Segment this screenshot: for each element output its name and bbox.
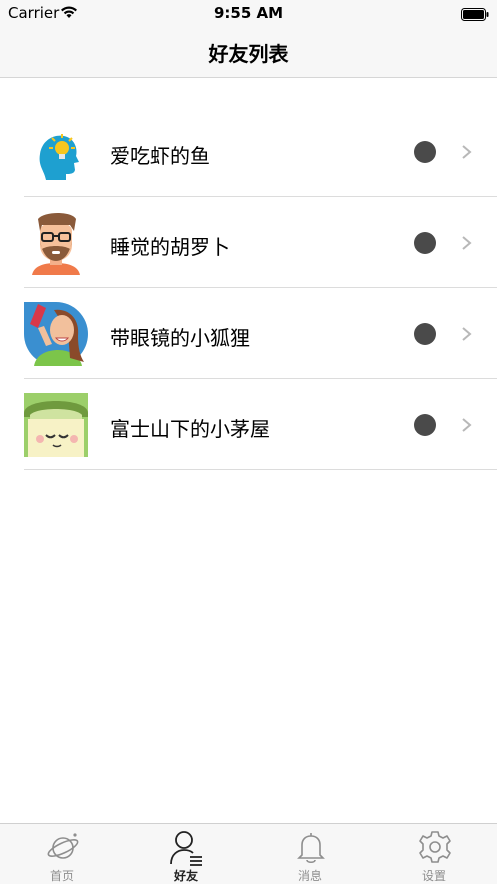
friend-name: 带眼镜的小狐狸 <box>110 326 250 350</box>
friend-name: 爱吃虾的鱼 <box>110 144 210 168</box>
tab-label: 消息 <box>297 869 322 883</box>
planet-icon <box>47 833 79 859</box>
tab-label: 好友 <box>173 869 198 883</box>
friend-name: 富士山下的小茅屋 <box>110 417 270 441</box>
friend-row[interactable]: 爱吃虾的鱼 <box>24 106 497 197</box>
status-indicator <box>414 414 436 436</box>
chevron-right-icon <box>460 326 474 342</box>
tab-home[interactable]: 首页 <box>0 824 124 884</box>
bearded-man-avatar <box>24 211 88 275</box>
tab-label: 首页 <box>49 869 74 883</box>
status-indicator <box>414 141 436 163</box>
friend-list: 爱吃虾的鱼 睡觉的胡罗卜 带眼镜的小狐狸 富士山下的小茅屋 <box>0 106 497 470</box>
tab-messages[interactable]: 消息 <box>248 824 372 884</box>
selfie-woman-avatar <box>24 302 88 366</box>
friend-row[interactable]: 富士山下的小茅屋 <box>24 379 497 470</box>
battery-icon <box>461 6 489 21</box>
friend-name: 睡觉的胡罗卜 <box>110 235 230 259</box>
tab-label: 设置 <box>421 869 446 883</box>
tab-bar: 首页 好友 消息 设置 <box>0 823 497 884</box>
status-bar: Carrier 9:55 AM <box>0 0 497 26</box>
chevron-right-icon <box>460 417 474 433</box>
tab-friends[interactable]: 好友 <box>124 824 248 884</box>
navigation-bar: 好友列表 <box>0 26 497 78</box>
clock: 9:55 AM <box>213 4 284 22</box>
chevron-right-icon <box>460 235 474 251</box>
friend-row[interactable]: 睡觉的胡罗卜 <box>24 197 497 288</box>
page-title: 好友列表 <box>208 42 289 66</box>
status-indicator <box>414 323 436 345</box>
user-list-icon <box>170 831 202 866</box>
tab-settings[interactable]: 设置 <box>372 824 496 884</box>
status-indicator <box>414 232 436 254</box>
capped-boy-avatar <box>24 393 88 457</box>
bell-icon <box>297 833 325 864</box>
friend-row[interactable]: 带眼镜的小狐狸 <box>24 288 497 379</box>
gear-icon <box>419 831 451 863</box>
lightbulb-head-avatar <box>24 120 88 184</box>
chevron-right-icon <box>460 144 474 160</box>
